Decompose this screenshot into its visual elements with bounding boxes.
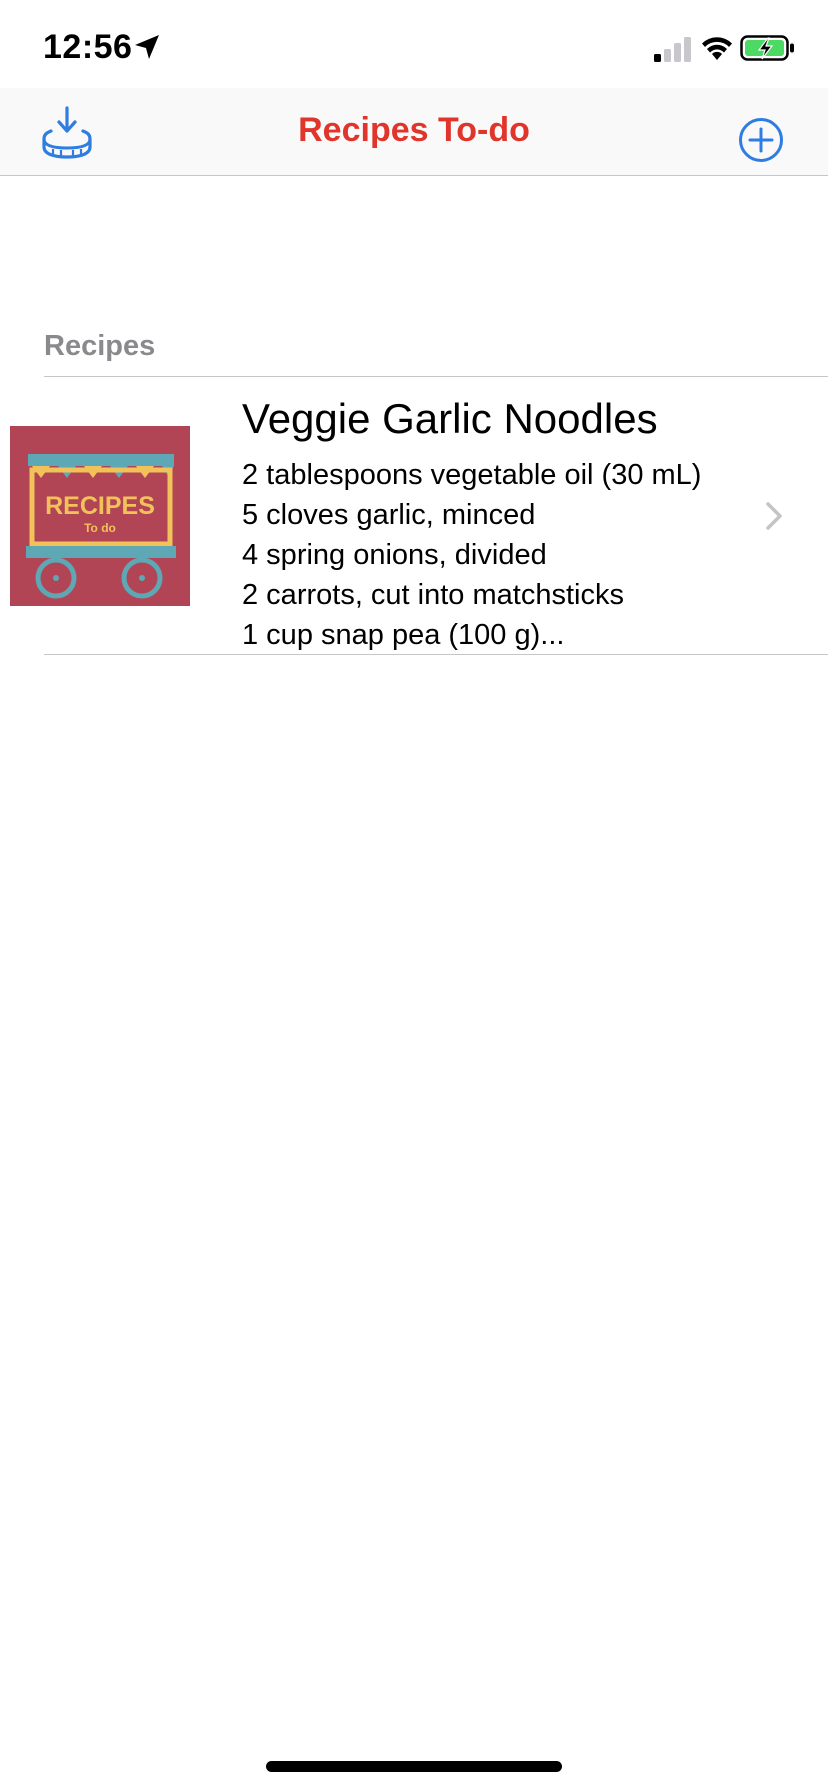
ingredient-line: 2 carrots, cut into matchsticks: [242, 579, 624, 611]
thumbnail-logo-subtext: To do: [84, 521, 116, 535]
thumbnail-logo-text: RECIPES: [45, 492, 155, 520]
recipe-thumbnail-image: RECIPES To do: [10, 426, 190, 606]
recipe-title: Veggie Garlic Noodles: [242, 395, 658, 442]
chevron-right-icon: [766, 502, 782, 530]
recipe-ingredients: 2 tablespoons vegetable oil (30 mL) 5 cl…: [242, 455, 701, 655]
wifi-icon: [702, 37, 732, 60]
section-header: Recipes: [44, 330, 156, 362]
cellular-signal-icon: [654, 37, 691, 62]
ingredient-line: 2 tablespoons vegetable oil (30 mL): [242, 459, 702, 491]
battery-charging-icon: [740, 35, 794, 61]
status-bar: 12:56: [0, 0, 828, 88]
navigation-bar: Recipes To-do: [0, 88, 828, 176]
status-time: 12:56: [43, 28, 133, 66]
add-circle-icon[interactable]: [737, 116, 785, 164]
recipe-row[interactable]: RECIPES To do Veggie Garlic Noodles 2 ta…: [0, 377, 828, 655]
ingredient-line: 5 cloves garlic, minced: [242, 499, 536, 531]
location-arrow-icon: [135, 35, 159, 59]
home-indicator[interactable]: [266, 1761, 562, 1772]
row-bottom-divider: [44, 654, 828, 655]
page-title: Recipes To-do: [298, 111, 530, 149]
ingredient-line: 1 cup snap pea (100 g)...: [242, 619, 565, 651]
ingredient-line: 4 spring onions, divided: [242, 539, 547, 571]
